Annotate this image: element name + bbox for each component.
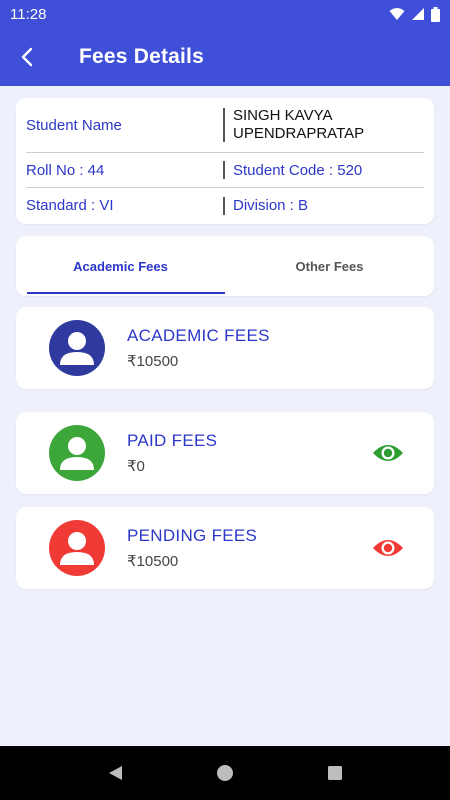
student-info-card: Student Name SINGH KAVYA UPENDRAPRATAP R… <box>16 98 434 224</box>
user-avatar-icon <box>49 425 105 481</box>
nav-home-icon[interactable] <box>216 764 234 782</box>
divider <box>223 108 225 142</box>
student-name-value: SINGH KAVYA UPENDRAPRATAP <box>233 107 365 142</box>
back-arrow-icon <box>21 47 33 67</box>
status-icons <box>389 6 440 22</box>
tab-academic-fees[interactable]: Academic Fees <box>16 236 225 296</box>
fee-text: PAID FEES ₹0 <box>127 431 370 475</box>
eye-icon <box>373 445 403 461</box>
fee-amount: ₹10500 <box>127 553 179 570</box>
view-paid-fees-button[interactable] <box>370 441 406 465</box>
system-nav-bar <box>0 746 450 800</box>
tab-other-fees[interactable]: Other Fees <box>225 236 434 296</box>
nav-recents-icon[interactable] <box>326 764 344 782</box>
view-pending-fees-button[interactable] <box>370 536 406 560</box>
user-avatar-icon <box>49 320 105 376</box>
signal-icon <box>412 8 424 20</box>
student-name-label: Student Name <box>26 116 122 134</box>
student-name-row: Student Name SINGH KAVYA UPENDRAPRATAP <box>26 98 424 153</box>
app-bar: Fees Details <box>0 28 450 86</box>
fee-title: ACADEMIC FEES <box>127 326 270 345</box>
paid-fees-card[interactable]: PAID FEES ₹0 <box>16 412 434 494</box>
fee-title: PENDING FEES <box>127 526 258 545</box>
fee-text: ACADEMIC FEES ₹10500 <box>127 326 434 370</box>
fee-amount: ₹0 <box>127 458 145 475</box>
back-button[interactable] <box>2 28 52 86</box>
fee-tabs: Academic Fees Other Fees <box>16 236 434 296</box>
pending-fees-card[interactable]: PENDING FEES ₹10500 <box>16 507 434 589</box>
nav-back-icon[interactable] <box>106 764 124 782</box>
fee-amount: ₹10500 <box>127 353 179 370</box>
fee-text: PENDING FEES ₹10500 <box>127 526 370 570</box>
status-time: 11:28 <box>10 5 47 23</box>
roll-code-row: Roll No : 44 Student Code : 520 <box>26 153 424 188</box>
standard-division-row: Standard : VI Division : B <box>26 188 424 223</box>
academic-fees-card[interactable]: ACADEMIC FEES ₹10500 <box>16 307 434 389</box>
standard: Standard : VI <box>26 197 114 214</box>
division: Division : B <box>233 197 309 214</box>
user-avatar-icon <box>49 520 105 576</box>
fee-title: PAID FEES <box>127 431 218 450</box>
eye-icon <box>373 540 403 556</box>
status-bar: 11:28 <box>0 0 450 28</box>
divider <box>223 161 225 179</box>
roll-no: Roll No : 44 <box>26 161 105 179</box>
student-code: Student Code : 520 <box>233 161 363 179</box>
wifi-icon <box>389 8 405 20</box>
battery-icon <box>431 6 440 22</box>
page-title: Fees Details <box>79 45 204 68</box>
divider <box>223 196 225 215</box>
